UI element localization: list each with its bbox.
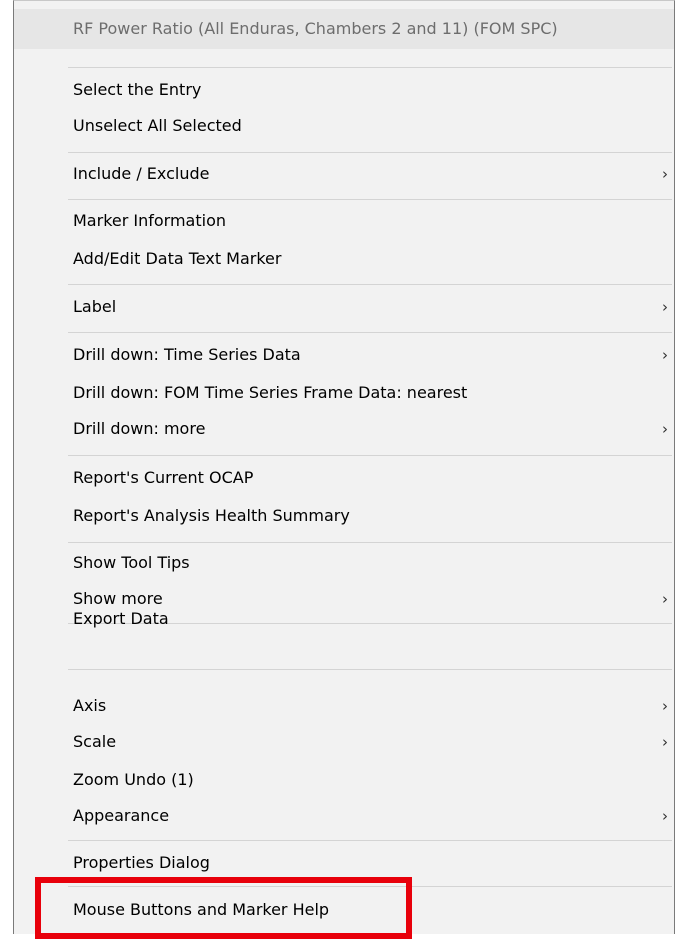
menu-item-label: Mouse Buttons and Marker Help [73, 900, 330, 919]
menu-item-reports-current-ocap[interactable]: Report's Current OCAP [14, 461, 674, 495]
menu-item-unselect-all-selected[interactable]: Unselect All Selected [14, 109, 674, 143]
menu-separator [68, 886, 672, 887]
menu-item-label: Report's Analysis Health Summary [73, 506, 350, 525]
menu-item-appearance[interactable]: Appearance › [14, 799, 674, 833]
submenu-arrow-icon: › [662, 420, 668, 438]
menu-item-include-exclude[interactable]: Include / Exclude › [14, 157, 674, 191]
menu-item-label: Select the Entry [73, 80, 202, 99]
menu-item-label: Zoom Undo (1) [73, 770, 194, 789]
menu-item-export-data-row[interactable]: Export Data [14, 602, 674, 636]
submenu-arrow-icon: › [662, 697, 668, 715]
menu-item-label: Appearance [73, 806, 170, 825]
menu-item-label: Show Tool Tips [73, 553, 190, 572]
menu-item-drill-down-time-series-data[interactable]: Drill down: Time Series Data › [14, 338, 674, 372]
menu-item-reports-analysis-health-summary[interactable]: Report's Analysis Health Summary [14, 499, 674, 533]
context-menu: RF Power Ratio (All Enduras, Chambers 2 … [13, 0, 675, 934]
menu-separator [68, 67, 672, 68]
submenu-arrow-icon: › [662, 346, 668, 364]
menu-item-label: Unselect All Selected [73, 116, 242, 135]
submenu-arrow-icon: › [662, 807, 668, 825]
menu-item-drill-down-more[interactable]: Drill down: more › [14, 412, 674, 446]
submenu-arrow-icon: › [662, 165, 668, 183]
menu-item-drill-down-fom-time-series-frame-data[interactable]: Drill down: FOM Time Series Frame Data: … [14, 376, 674, 410]
menu-separator [68, 284, 672, 285]
menu-separator [68, 840, 672, 841]
menu-separator [68, 152, 672, 153]
menu-item-label: Report's Current OCAP [73, 468, 254, 487]
menu-item-axis[interactable]: Axis › [14, 689, 674, 723]
menu-item-label: Scale [73, 732, 117, 751]
menu-item-label: Add/Edit Data Text Marker [73, 249, 282, 268]
menu-separator [68, 669, 672, 670]
menu-item-label: Drill down: more [73, 419, 206, 438]
menu-separator [68, 542, 672, 543]
menu-item-label: Properties Dialog [73, 853, 210, 872]
menu-title: RF Power Ratio (All Enduras, Chambers 2 … [14, 9, 674, 49]
menu-item-marker-information[interactable]: Marker Information [14, 204, 674, 238]
menu-item-zoom-undo[interactable]: Zoom Undo (1) [14, 763, 674, 797]
menu-item-label: Include / Exclude [73, 164, 210, 183]
menu-separator [68, 199, 672, 200]
submenu-arrow-icon: › [662, 733, 668, 751]
menu-item-label: Export Data [73, 609, 169, 628]
menu-item-label: Marker Information [73, 211, 227, 230]
submenu-arrow-icon: › [662, 298, 668, 316]
menu-item-select-the-entry[interactable]: Select the Entry [14, 73, 674, 107]
menu-item-label: Drill down: FOM Time Series Frame Data: … [73, 383, 468, 402]
menu-item-label: Drill down: Time Series Data [73, 345, 301, 364]
screenshot-frame: RF Power Ratio (All Enduras, Chambers 2 … [0, 0, 677, 939]
menu-separator [68, 455, 672, 456]
menu-item-properties-dialog[interactable]: Properties Dialog [14, 846, 674, 880]
menu-separator [68, 332, 672, 333]
menu-item-scale[interactable]: Scale › [14, 725, 674, 759]
menu-item-add-edit-data-text-marker[interactable]: Add/Edit Data Text Marker [14, 242, 674, 276]
menu-item-label: Axis [73, 696, 107, 715]
menu-item-label-submenu[interactable]: Label › [14, 290, 674, 324]
menu-item-show-tool-tips[interactable]: Show Tool Tips [14, 546, 674, 580]
menu-item-label: Label [73, 297, 117, 316]
menu-item-mouse-buttons-and-marker-help[interactable]: Mouse Buttons and Marker Help [14, 893, 674, 927]
